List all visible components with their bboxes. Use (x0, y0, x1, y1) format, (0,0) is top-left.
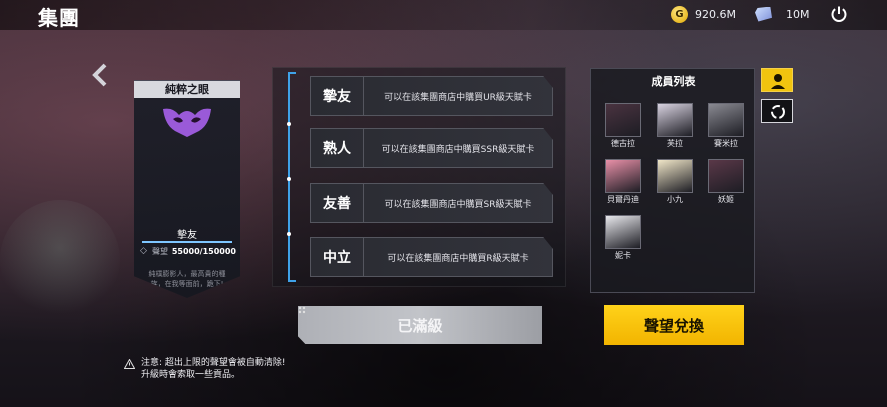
favor-icon: ◇ (140, 246, 147, 256)
level-maxed-button[interactable]: 已滿級 (298, 306, 542, 344)
crystal-value: 10M (786, 7, 810, 21)
faction-card: 純粹之眼 摯友 ◇ 聲望 55000/150000 純樸膨影人，最高貴的種族，在… (134, 80, 240, 298)
favor-value: 55000/150000 (171, 247, 236, 256)
gold-value: 920.6M (695, 7, 736, 21)
member-view-button[interactable] (761, 68, 793, 92)
page-title: 集團 (38, 6, 80, 30)
rank-divider (142, 241, 232, 243)
gold-resource: G 920.6M (671, 4, 736, 24)
rank-row-neutral: 中立 可以在該集團商店中購買R級天賦卡 (310, 237, 553, 277)
member-avatar[interactable] (708, 159, 744, 193)
member-name: 妮卡 (615, 251, 631, 260)
member-item[interactable]: 芙拉 (657, 103, 693, 151)
crystal-gem-icon (755, 6, 772, 22)
member-grid: 德古拉 芙拉 賽米拉 貝爾丹迪 小九 妖姬 妮卡 (605, 103, 745, 289)
notice-line-1: 注意: 超出上限的聲望會被自動清除! (141, 358, 286, 368)
member-avatar[interactable] (605, 103, 641, 137)
circle-arrows-icon (771, 105, 785, 119)
member-avatar[interactable] (605, 215, 641, 249)
background-mascot (0, 200, 120, 320)
faction-rank: 摯友 (177, 230, 197, 241)
corner-dots-decoration (298, 306, 306, 314)
rank-description: 可以在該集團商店中購買R級天賦卡 (387, 253, 529, 264)
member-list-panel: 成員列表 德古拉 芙拉 賽米拉 貝爾丹迪 小九 妖姬 妮卡 (590, 68, 755, 293)
rank-row-friendly: 友善 可以在該集團商店中購買SR級天賦卡 (310, 183, 553, 223)
member-item[interactable]: 貝爾丹迪 (605, 159, 641, 207)
power-icon[interactable] (829, 4, 849, 24)
reputation-exchange-button[interactable]: 聲望兌換 (604, 305, 744, 345)
rank-row-best-friend: 摯友 可以在該集團商店中購買UR級天賦卡 (310, 76, 553, 116)
member-avatar[interactable] (605, 159, 641, 193)
rank-description: 可以在該集團商店中購買UR級天賦卡 (384, 92, 532, 103)
member-item[interactable]: 妖姬 (708, 159, 744, 207)
rank-name: 摯友 (311, 77, 364, 115)
notice-line-2: 升級時會索取一些貢品。 (141, 370, 241, 380)
member-item[interactable]: 妮卡 (605, 215, 641, 263)
rank-timeline (287, 72, 296, 282)
member-item[interactable]: 小九 (657, 159, 693, 207)
member-name: 小九 (667, 195, 683, 204)
member-name: 賽米拉 (714, 139, 738, 148)
refresh-view-button[interactable] (761, 99, 793, 123)
top-bar (0, 0, 887, 30)
member-avatar[interactable] (657, 103, 693, 137)
gold-coin-icon: G (671, 5, 688, 23)
member-list-title: 成員列表 (651, 75, 696, 88)
member-name: 芙拉 (667, 139, 683, 148)
faction-emblem-icon (163, 108, 211, 137)
favor-row: ◇ 聲望 55000/150000 (140, 246, 236, 257)
faction-name: 純粹之眼 (134, 81, 240, 98)
rank-name: 友善 (311, 184, 364, 222)
rank-description: 可以在該集團商店中購買SSR級天賦卡 (381, 144, 535, 155)
member-avatar[interactable] (657, 159, 693, 193)
rank-name: 中立 (311, 238, 364, 276)
back-arrow-icon[interactable] (88, 62, 112, 88)
member-item[interactable]: 德古拉 (605, 103, 641, 151)
rank-row-acquaintance: 熟人 可以在該集團商店中購買SSR級天賦卡 (310, 128, 553, 168)
member-name: 妖姬 (718, 195, 734, 204)
timeline-dot (287, 122, 291, 126)
person-icon (771, 74, 785, 89)
warning-icon (124, 359, 135, 369)
notice-text: 注意: 超出上限的聲望會被自動清除! (141, 357, 286, 369)
member-name: 貝爾丹迪 (607, 195, 639, 204)
favor-label: 聲望 (152, 247, 168, 256)
rank-description: 可以在該集團商店中購買SR級天賦卡 (384, 199, 532, 210)
rank-name: 熟人 (311, 129, 364, 167)
timeline-dot (287, 177, 291, 181)
member-item[interactable]: 賽米拉 (708, 103, 744, 151)
crystal-resource: 10M (755, 4, 810, 24)
member-name: 德古拉 (611, 139, 635, 148)
timeline-dot (287, 232, 291, 236)
member-avatar[interactable] (708, 103, 744, 137)
